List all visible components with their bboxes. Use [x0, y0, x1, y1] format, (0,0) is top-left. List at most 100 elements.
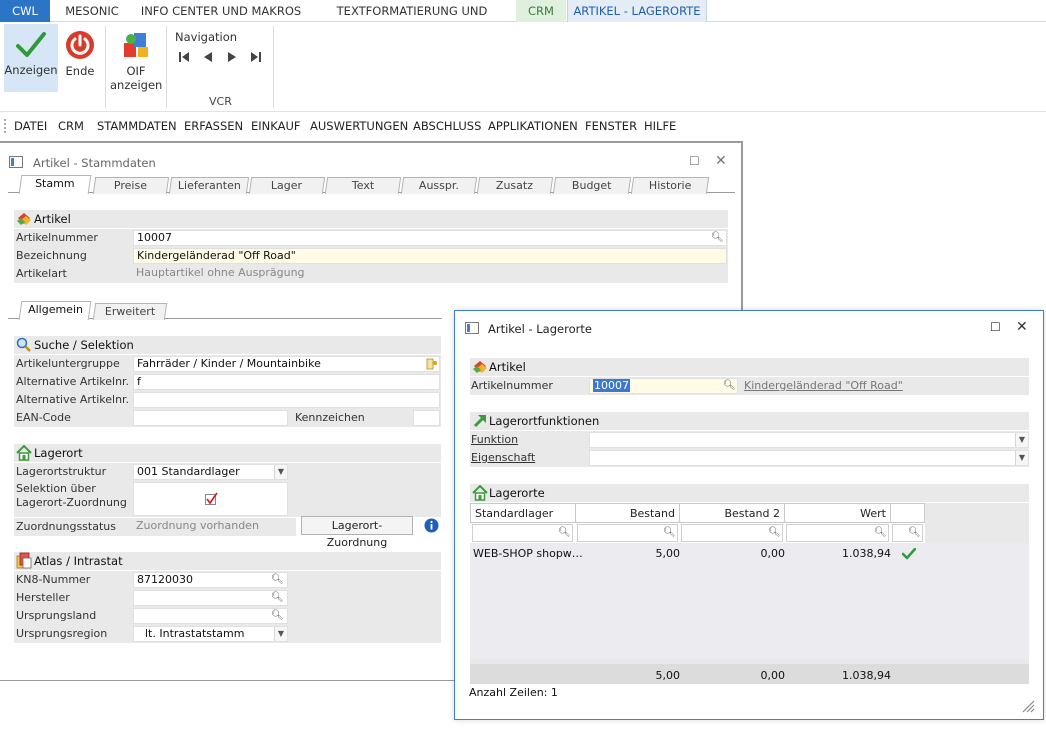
info-icon[interactable] — [424, 518, 439, 533]
search-icon[interactable]: 🔍︎ — [711, 231, 724, 245]
chevron-down-icon[interactable]: ▼ — [1015, 451, 1028, 465]
vcr-controls — [178, 51, 268, 65]
tab-erweitert[interactable]: Erweitert — [92, 303, 168, 320]
menu-einkauf[interactable]: EINKAUF — [251, 119, 301, 133]
tab-allgemein[interactable]: Allgemein — [18, 301, 92, 320]
kn8-field[interactable]: 87120030 🔍︎ — [133, 572, 288, 588]
tab-stamm[interactable]: Stamm — [18, 175, 92, 194]
tab-textformatierung[interactable]: TEXTFORMATIERUNG UND TOOLS — [316, 0, 508, 40]
artikelnummer-field[interactable]: 10007 🔍︎ — [133, 230, 727, 246]
bezeichnung-field[interactable]: Kindergeländerad "Off Road" — [133, 248, 727, 264]
search-icon: 🔍︎ — [908, 527, 921, 538]
maximize-icon[interactable]: ☐ — [990, 320, 1001, 334]
next-record-icon[interactable] — [226, 51, 238, 63]
checkmark-icon — [16, 32, 46, 57]
tab-preise[interactable]: Preise — [92, 177, 170, 194]
menu-erfassen[interactable]: ERFASSEN — [184, 119, 243, 133]
close-icon[interactable]: ✕ — [1016, 319, 1028, 335]
search-icon[interactable]: 🔍︎ — [271, 591, 284, 605]
column-header-wert[interactable]: Wert — [784, 503, 891, 523]
arrow-up-right-icon — [473, 415, 486, 428]
ursprungsland-field[interactable]: 🔍︎ — [133, 608, 288, 624]
tab-stamm-label: Stamm — [35, 177, 75, 190]
menu-stammdaten[interactable]: STAMMDATEN — [97, 119, 177, 133]
kennzeichen-field[interactable] — [413, 410, 440, 426]
filter-bestand[interactable]: 🔍︎ — [577, 524, 678, 542]
menu-fenster[interactable]: FENSTER — [585, 119, 637, 133]
resize-grip-icon[interactable] — [1021, 699, 1035, 713]
tab-historie[interactable]: Historie — [630, 177, 710, 194]
tab-mesonic[interactable]: MESONIC — [56, 0, 128, 22]
artikel-bezeichnung-link[interactable]: Kindergeländerad "Off Road" — [744, 377, 903, 395]
lagerortstruktur-select[interactable]: 001 Standardlager ▼ — [133, 464, 288, 480]
artikelart-row: Artikelart Hauptartikel ohne Ausprägung — [14, 265, 728, 283]
filter-bestand2[interactable]: 🔍︎ — [681, 524, 783, 542]
tab-cwl[interactable]: CWL — [0, 0, 50, 22]
tab-zusatz[interactable]: Zusatz — [476, 177, 554, 194]
tab-artikel-lagerorte[interactable]: ARTIKEL - LAGERORTE — [567, 0, 707, 22]
menu-crm[interactable]: CRM — [58, 119, 84, 133]
bezeichnung-label: Bezeichnung — [16, 249, 87, 262]
tab-info-center[interactable]: INFO CENTER UND MAKROS — [136, 0, 306, 22]
close-icon[interactable]: ✕ — [715, 153, 727, 169]
column-header-standardlager[interactable]: Standardlager — [470, 503, 576, 523]
oif-label-2: anzeigen — [110, 78, 163, 92]
lagerorte-section-header: Lagerorte — [470, 484, 1029, 502]
menu-applikationen[interactable]: APPLIKATIONEN — [488, 119, 578, 133]
lager-artikelnummer-row: Artikelnummer 10007 🔍︎ Kindergeländerad … — [470, 377, 1029, 395]
oif-anzeigen-button[interactable]: OIF anzeigen — [110, 24, 162, 94]
search-icon[interactable]: 🔍︎ — [723, 379, 736, 393]
ean-field[interactable] — [133, 410, 288, 426]
eigenschaft-select[interactable]: ▼ — [589, 450, 1029, 466]
vcr-group-label: VCR — [209, 95, 232, 108]
column-header-bestand[interactable]: Bestand — [575, 503, 680, 523]
column-header-bestand2[interactable]: Bestand 2 — [679, 503, 785, 523]
menu-abschluss[interactable]: ABSCHLUSS — [413, 119, 481, 133]
artikeluntergruppe-field[interactable]: Fahrräder / Kinder / Mountainbike — [133, 356, 440, 372]
search-icon[interactable]: 🔍︎ — [271, 609, 284, 623]
chevron-down-icon[interactable]: ▼ — [1015, 433, 1028, 447]
menu-datei[interactable]: DATEI — [14, 119, 47, 133]
filter-status[interactable]: 🔍︎ — [892, 524, 923, 542]
selektion-checkbox[interactable] — [204, 492, 218, 506]
tab-lieferanten[interactable]: Lieferanten — [168, 177, 250, 194]
tab-crm[interactable]: CRM — [516, 0, 566, 22]
ursprungsregion-select[interactable]: lt. Intrastatstamm ▼ — [133, 626, 288, 642]
artikel-icon — [473, 361, 487, 373]
tab-auspr[interactable]: Ausspr. — [400, 177, 478, 194]
ribbon: Anzeigen Ende OIF anzeigen Navigation VC… — [0, 22, 1046, 112]
funktion-select[interactable]: ▼ — [589, 432, 1029, 448]
tab-erweitert-label: Erweitert — [104, 305, 156, 318]
filter-wert[interactable]: 🔍︎ — [786, 524, 889, 542]
artikelart-label: Artikelart — [16, 267, 67, 280]
search-icon[interactable]: 🔍︎ — [271, 573, 284, 587]
tab-lager[interactable]: Lager — [248, 177, 326, 194]
cell-bestand: 5,00 — [655, 547, 681, 560]
chevron-down-icon[interactable]: ▼ — [274, 627, 287, 641]
menu-auswertungen[interactable]: AUSWERTUNGEN — [310, 119, 408, 133]
ursprungsland-row: Ursprungsland 🔍︎ — [14, 607, 441, 625]
lagerorte-window: Artikel - Lagerorte ☐ ✕ Artikel Artikeln… — [454, 310, 1044, 720]
lagerortfunktionen-section-header: Lagerortfunktionen — [470, 412, 1029, 430]
tab-text[interactable]: Text — [324, 177, 402, 194]
first-record-icon[interactable] — [178, 51, 190, 63]
chevron-down-icon[interactable]: ▼ — [274, 465, 287, 479]
alt2-field[interactable] — [133, 392, 440, 408]
tab-budget[interactable]: Budget — [552, 177, 632, 194]
hersteller-field[interactable]: 🔍︎ — [133, 590, 288, 606]
hersteller-row: Hersteller 🔍︎ — [14, 589, 441, 607]
artikelnummer-label: Artikelnummer — [16, 231, 98, 244]
last-record-icon[interactable] — [250, 51, 262, 63]
menu-hilfe[interactable]: HILFE — [644, 119, 676, 133]
table-row[interactable]: WEB-SHOP shopw… 5,00 0,00 1.038,94 — [470, 543, 1029, 563]
ende-button[interactable]: Ende — [62, 24, 98, 92]
previous-record-icon[interactable] — [202, 51, 214, 63]
lagerort-zuordnung-button[interactable]: Lagerort-Zuordnung — [301, 516, 413, 549]
alt1-field[interactable]: f — [133, 374, 440, 390]
anzeigen-button[interactable]: Anzeigen — [4, 24, 58, 92]
lager-artikelnummer-field[interactable]: 10007 🔍︎ — [589, 378, 738, 394]
filter-standardlager[interactable]: 🔍︎ — [472, 524, 573, 542]
tree-lookup-icon[interactable] — [426, 358, 438, 370]
maximize-icon[interactable]: ☐ — [689, 154, 700, 168]
tab-budget-label: Budget — [572, 179, 612, 192]
